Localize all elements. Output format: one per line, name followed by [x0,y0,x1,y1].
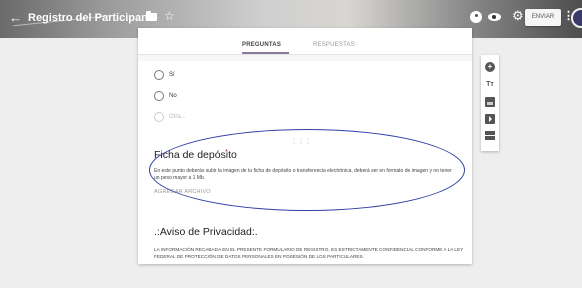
add-title-icon[interactable]: Tт [485,80,495,90]
side-toolbar: + Tт [481,55,499,151]
add-file-button[interactable]: AGREGAR ARCHIVO [154,189,211,196]
send-button[interactable]: ENVIAR [525,9,561,26]
radio-circle-icon[interactable] [154,112,164,122]
settings-gear-icon[interactable]: ⚙ [512,9,524,23]
add-video-icon[interactable] [485,114,495,124]
tab-questions[interactable]: PREGUNTAS [242,41,281,49]
radio-label: Sí [169,72,175,78]
star-icon[interactable]: ☆ [164,9,175,23]
radio-circle-icon[interactable] [154,70,164,80]
preview-eye-icon[interactable] [488,13,501,21]
folder-icon[interactable] [146,11,157,21]
drag-handle-icon[interactable]: ⋮⋮⋮ [291,138,312,145]
tab-responses[interactable]: RESPUESTAS [313,41,355,49]
previous-content-strip [138,55,472,61]
add-image-icon[interactable] [485,97,495,107]
add-question-icon[interactable]: + [485,62,495,72]
required-mark: * [225,149,228,156]
privacy-section-text[interactable]: LA INFORMACIÓN RECABADA EN EL PRESENTE F… [154,246,468,260]
question-description[interactable]: En este punto deberás subir la imagen de… [154,168,454,182]
palette-icon[interactable] [470,11,482,23]
add-section-icon[interactable] [485,131,495,140]
privacy-section-title[interactable]: .:Aviso de Privacidad:. [154,226,258,239]
form-title[interactable]: Registro del Participante [28,11,158,25]
radio-circle-icon[interactable] [154,91,164,101]
back-arrow-icon[interactable]: ← [9,10,22,26]
radio-label: Otra... [169,114,186,120]
form-card: PREGUNTAS RESPUESTAS Sí No Otra... ⋮⋮⋮ F… [138,28,472,264]
avatar[interactable] [571,8,582,28]
radio-label: No [169,93,177,99]
